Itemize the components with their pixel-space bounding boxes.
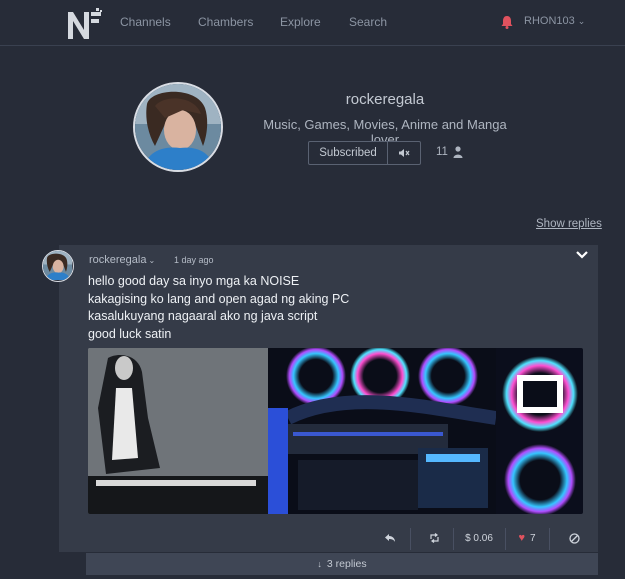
username-label: RHON103 (524, 15, 575, 27)
nav-channels[interactable]: Channels (120, 15, 171, 29)
arrow-down-icon: ↓ (317, 559, 322, 569)
post-menu-chevron-icon[interactable] (575, 250, 589, 260)
repost-button[interactable] (419, 524, 449, 552)
post-timestamp: 1 day ago (174, 255, 214, 265)
post-author-avatar[interactable] (42, 250, 74, 282)
reply-icon (385, 534, 395, 542)
post-line: kasalukuyang nagaaral ako ng java script (88, 309, 318, 323)
view-replies-button[interactable]: ↓ 3 replies (86, 553, 598, 575)
mute-icon (399, 148, 410, 157)
post-image[interactable] (88, 348, 583, 514)
repost-icon (429, 533, 439, 543)
logo-icon[interactable] (66, 6, 104, 42)
post-author[interactable]: rockeregala ⌄ (89, 254, 155, 266)
block-icon (568, 532, 580, 544)
top-navbar: Channels Chambers Explore Search RHON103… (0, 0, 625, 46)
heart-icon: ♥ (518, 532, 525, 544)
post-author-name: rockeregala (89, 254, 147, 266)
block-button[interactable] (557, 524, 591, 552)
post-line: good luck satin (88, 326, 172, 341)
post-line: kakagising ko lang and open agad ng akin… (88, 291, 350, 306)
post-line: hello good day sa inyo mga ka NOISE (88, 274, 300, 288)
bell-icon[interactable] (501, 15, 513, 29)
user-menu[interactable]: RHON103 ⌄ (524, 15, 585, 27)
subscriber-count: 11 (436, 146, 448, 158)
tip-button[interactable]: $ 0.06 (457, 524, 501, 552)
chevron-down-icon: ⌄ (577, 16, 586, 26)
show-replies-link[interactable]: Show replies (536, 218, 602, 230)
replies-count: 3 replies (326, 558, 367, 570)
subscribe-button[interactable]: Subscribed (308, 141, 388, 165)
post-actions: $ 0.06 ♥ 7 (59, 524, 598, 552)
mute-button[interactable] (387, 141, 421, 165)
channel-avatar (133, 82, 223, 172)
reply-button[interactable] (372, 524, 408, 552)
nav-search[interactable]: Search (349, 15, 387, 29)
chevron-down-icon: ⌄ (148, 256, 156, 265)
nav-explore[interactable]: Explore (280, 15, 321, 29)
channel-name: rockeregala (345, 91, 425, 108)
like-count: 7 (529, 532, 536, 544)
like-button[interactable]: ♥ 7 (509, 524, 545, 552)
nav-chambers[interactable]: Chambers (198, 15, 253, 29)
person-icon (453, 146, 463, 158)
post-body: hello good day sa inyo mga ka NOISE kaka… (88, 273, 349, 343)
